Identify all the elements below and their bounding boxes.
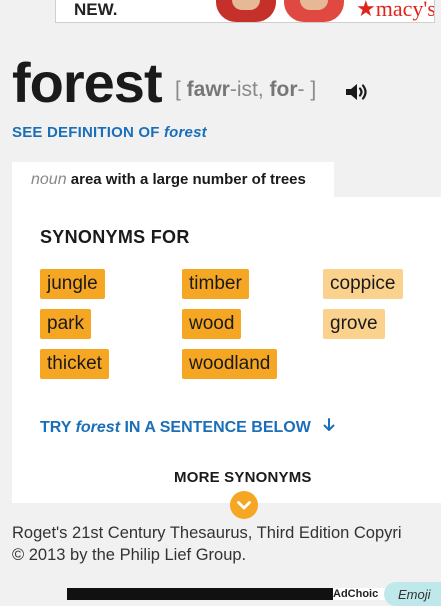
synonym-chip[interactable]: thicket — [40, 349, 109, 379]
synonym-chip[interactable]: woodland — [182, 349, 278, 379]
part-of-speech: noun — [31, 171, 67, 188]
synonym-chip[interactable]: grove — [323, 309, 385, 339]
arrow-down-icon — [323, 418, 335, 437]
pronunciation: [ fawr-ist, for- ] — [175, 78, 317, 101]
speaker-icon[interactable] — [344, 81, 370, 103]
ad-headline: NEW. — [74, 0, 118, 19]
see-definition-link[interactable]: SEE DEFINITION OF forest — [12, 124, 207, 141]
synonym-chip[interactable]: wood — [182, 309, 242, 339]
more-synonyms-label: MORE SYNONYMS — [174, 469, 312, 486]
ad-image — [206, 0, 356, 22]
synonyms-card: SYNONYMS FOR jungle timber coppice park … — [12, 197, 441, 503]
top-ad-banner[interactable]: NEW. ★macy's — [55, 0, 435, 23]
synonym-chip[interactable]: park — [40, 309, 91, 339]
source-credit: Roget's 21st Century Thesaurus, Third Ed… — [12, 524, 402, 564]
synonyms-heading: SYNONYMS FOR — [40, 227, 190, 247]
synonym-chip[interactable]: jungle — [40, 269, 105, 299]
headword: forest — [12, 51, 163, 114]
chevron-down-icon — [237, 501, 251, 510]
expand-more-button[interactable] — [230, 491, 258, 519]
synonym-chip[interactable]: coppice — [323, 269, 403, 299]
bottom-ad-banner[interactable] — [67, 588, 333, 600]
sense-tab[interactable]: noun area with a large number of trees — [12, 162, 334, 198]
ad-pill[interactable]: Emoji — [384, 582, 441, 606]
adchoices-label[interactable]: AdChoic — [333, 588, 385, 600]
try-in-sentence-link[interactable]: TRY forest IN A SENTENCE BELOW — [40, 418, 335, 437]
synonym-chip[interactable]: timber — [182, 269, 249, 299]
sense-definition: area with a large number of trees — [70, 171, 306, 188]
ad-brand-logo: ★macy's — [356, 0, 435, 21]
